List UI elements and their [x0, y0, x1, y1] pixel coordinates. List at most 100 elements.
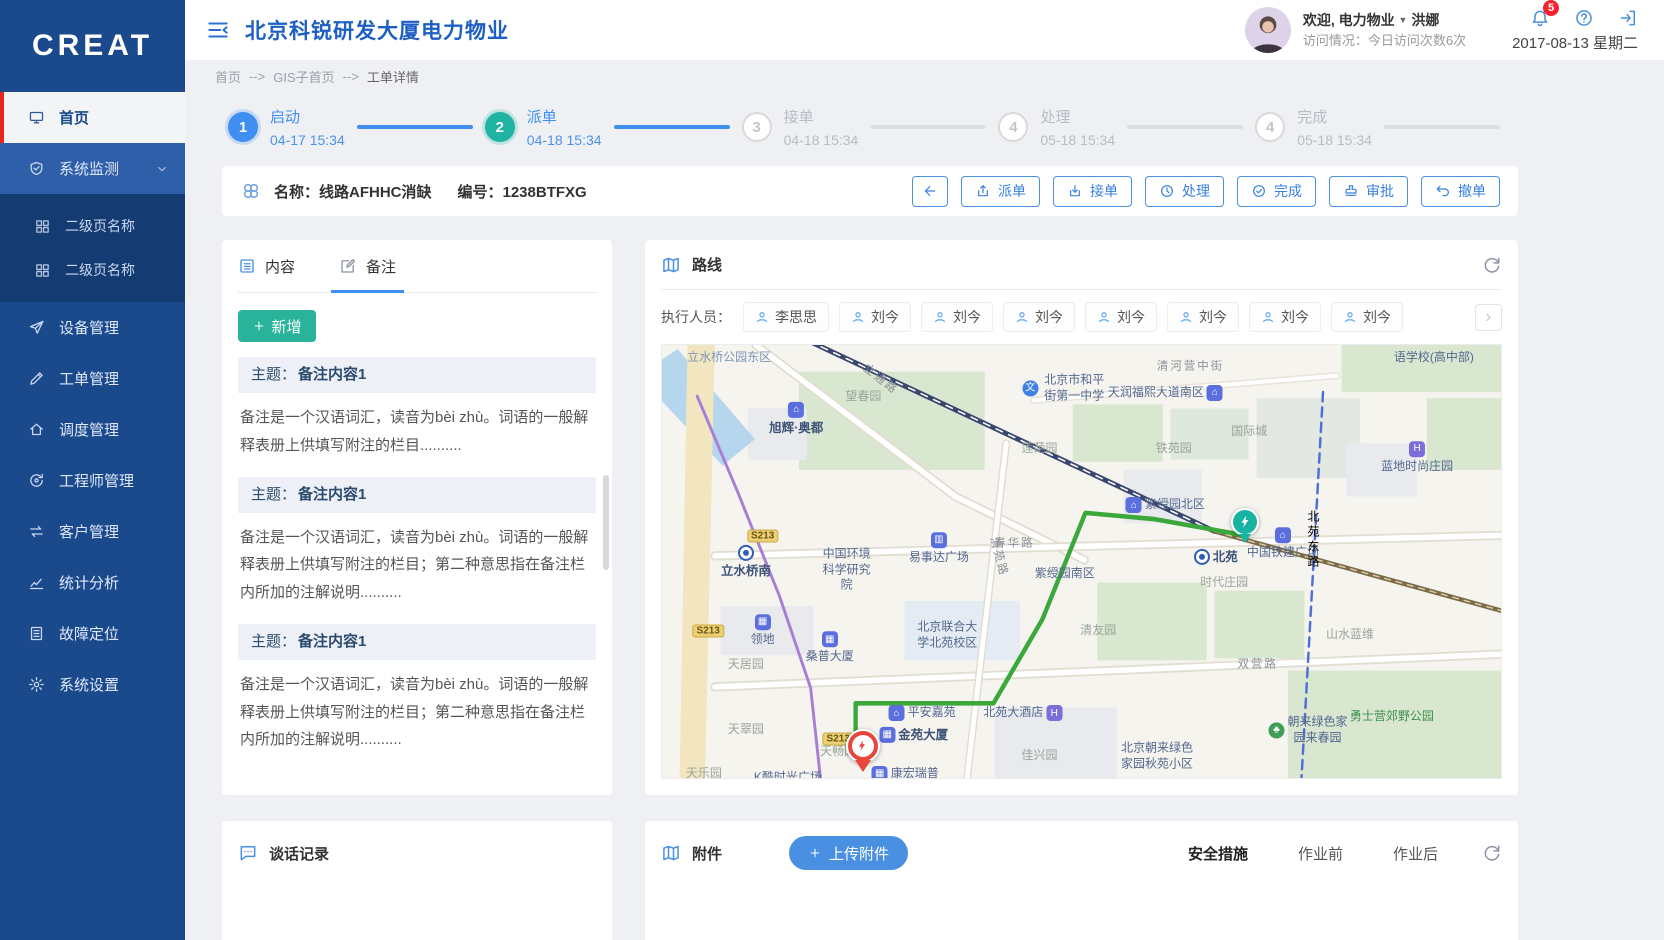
workorder-code: 编号：1238BTFXG: [458, 181, 587, 202]
plus-icon: [252, 319, 266, 333]
sidebar-item-stats-analysis[interactable]: 统计分析: [0, 557, 185, 608]
page-title: 北京科锐研发大厦电力物业: [245, 15, 509, 45]
shop-poi-icon: ▥: [931, 532, 947, 548]
refresh-icon[interactable]: [1482, 843, 1502, 863]
notes-tabs: 内容 备注: [238, 240, 596, 293]
sidebar-item-system-settings[interactable]: 系统设置: [0, 659, 185, 710]
sidebar-item-home[interactable]: 首页: [0, 92, 185, 143]
sidebar-item-subpage-2[interactable]: 二级页名称: [0, 248, 185, 292]
map-label: 佳兴园: [1022, 749, 1058, 765]
route-map[interactable]: 立水桥公园东区立通路望春园文北京市和平街第一中学清河营中街天润福熙大道南区⌂语学…: [661, 344, 1502, 779]
revoke-button[interactable]: 撤单: [1421, 176, 1500, 207]
back-button[interactable]: [912, 176, 948, 207]
sidebar-item-workorder-mgmt[interactable]: 工单管理: [0, 353, 185, 404]
breadcrumb-gis[interactable]: GIS子首页: [273, 67, 334, 86]
sidebar-item-label: 客户管理: [59, 521, 119, 542]
dispatch-button[interactable]: 派单: [961, 176, 1040, 207]
executor-chip[interactable]: 刘今: [1003, 302, 1075, 332]
refresh-icon[interactable]: [1482, 255, 1502, 275]
user-area: 欢迎, 电力物业 ▼ 洪娜 访问情况：今日访问次数6次 5 2017-08-13…: [1245, 7, 1638, 53]
sidebar: CREAT 首页系统监测二级页名称二级页名称设备管理工单管理调度管理工程师管理客…: [0, 0, 185, 940]
map-label: 北苑大酒店H: [983, 705, 1062, 721]
note-body: 备注是一个汉语词汇，读音为bèi zhù。词语的一般解释表册上供填写附注的栏目.…: [238, 393, 596, 462]
executor-chip[interactable]: 刘今: [1249, 302, 1321, 332]
username[interactable]: 洪娜: [1411, 12, 1439, 28]
note-item: 主题：备注内容1备注是一个汉语词汇，读音为bèi zhù。词语的一般解释表册上供…: [238, 477, 596, 609]
map-label: 天翠园: [728, 723, 764, 739]
sidebar-item-engineer-mgmt[interactable]: 工程师管理: [0, 455, 185, 506]
breadcrumb-home[interactable]: 首页: [215, 67, 241, 86]
map-label: ▦桑普大厦: [806, 631, 854, 665]
sidebar-item-dispatch-mgmt[interactable]: 调度管理: [0, 404, 185, 455]
step-date: 04-18 15:34: [784, 132, 859, 148]
approve-button[interactable]: 审批: [1329, 176, 1408, 207]
user-dropdown-caret[interactable]: ▼: [1399, 15, 1408, 25]
breadcrumb-separator: -->: [343, 69, 359, 84]
step-label: 完成: [1297, 106, 1372, 127]
talk-panel: 谈话记录: [222, 821, 612, 940]
welcome-text: 欢迎, 电力物业: [1303, 12, 1395, 28]
sidebar-item-label: 系统监测: [59, 158, 119, 179]
scrollbar-thumb[interactable]: [603, 475, 609, 570]
avatar[interactable]: [1245, 7, 1291, 53]
executor-chip[interactable]: 李思思: [743, 302, 829, 332]
map-label: 语学校(高中部): [1394, 350, 1474, 366]
tab-safety-measures[interactable]: 安全措施: [1188, 843, 1248, 864]
tree-poi-icon: ♣: [1269, 722, 1285, 738]
step-date: 04-17 15:34: [270, 132, 345, 148]
sidebar-submenu: 二级页名称二级页名称: [0, 194, 185, 302]
tab-after-work[interactable]: 作业后: [1393, 843, 1438, 864]
executor-chip[interactable]: 刘今: [921, 302, 993, 332]
logout-icon[interactable]: [1618, 8, 1638, 28]
map-label: H蓝地时尚庄园: [1381, 441, 1453, 475]
route-start-marker[interactable]: [846, 729, 880, 763]
map-label: 山水蓝维: [1326, 627, 1374, 643]
map-label: K酷时光广场: [754, 770, 822, 779]
school-poi-icon: 文: [1022, 380, 1038, 396]
sidebar-item-monitoring[interactable]: 系统监测: [0, 143, 185, 194]
step-number: 4: [998, 112, 1028, 142]
workorder-name: 名称：线路AFHHC消缺: [274, 181, 432, 202]
tab-before-work[interactable]: 作业前: [1298, 843, 1343, 864]
accept-button[interactable]: 接单: [1053, 176, 1132, 207]
step-connector: [357, 125, 473, 129]
home-poi-icon: ⌂: [889, 705, 905, 721]
map-label: 双营路: [1237, 658, 1278, 673]
sidebar-item-fault-location[interactable]: 故障定位: [0, 608, 185, 659]
edit-icon: [339, 257, 357, 275]
add-note-button[interactable]: 新增: [238, 310, 316, 342]
sidebar-item-customer-mgmt[interactable]: 客户管理: [0, 506, 185, 557]
map-label: 北苑: [1194, 549, 1238, 565]
step-connector: [614, 125, 730, 129]
step-label: 处理: [1040, 106, 1115, 127]
executor-chip[interactable]: 刘今: [839, 302, 911, 332]
executor-chip[interactable]: 刘今: [1167, 302, 1239, 332]
note-item: 主题：备注内容1备注是一个汉语词汇，读音为bèi zhù。词语的一般解释表册上供…: [238, 357, 596, 462]
note-subject: 主题：备注内容1: [238, 477, 596, 513]
talk-panel-title: 谈话记录: [269, 843, 329, 864]
map-label: 立水桥南: [721, 544, 771, 578]
clover-icon: [240, 180, 262, 202]
executor-chip[interactable]: 刘今: [1331, 302, 1403, 332]
notifications-bell-icon[interactable]: 5: [1530, 8, 1550, 28]
breadcrumb: 首页 --> GIS子首页 --> 工单详情: [185, 60, 1664, 92]
complete-button[interactable]: 完成: [1237, 176, 1316, 207]
route-end-marker[interactable]: [1231, 508, 1259, 536]
map-label: 北京朝来绿色家园秋苑小区: [1117, 741, 1197, 772]
executors-more-button[interactable]: [1475, 304, 1502, 331]
sidebar-item-subpage-1[interactable]: 二级页名称: [0, 204, 185, 248]
upload-attachment-button[interactable]: 上传附件: [789, 836, 908, 870]
tab-remarks[interactable]: 备注: [339, 240, 396, 292]
workflow-stepper: 1启动04-17 15:342派单04-18 15:343接单04-18 15:…: [222, 92, 1518, 162]
tab-content[interactable]: 内容: [238, 240, 295, 292]
note-body: 备注是一个汉语词汇，读音为bèi zhù。词语的一般解释表册上供填写附注的栏目；…: [238, 660, 596, 756]
attach-panel-title: 附件: [692, 843, 722, 864]
help-icon[interactable]: [1574, 8, 1594, 28]
sidebar-item-device-mgmt[interactable]: 设备管理: [0, 302, 185, 353]
menu-toggle-icon[interactable]: [205, 17, 231, 43]
main-area: 北京科锐研发大厦电力物业 欢迎, 电力物业 ▼ 洪娜 访问情况：今日访问次数6次…: [185, 0, 1664, 940]
sidebar-menu: 首页系统监测二级页名称二级页名称设备管理工单管理调度管理工程师管理客户管理统计分…: [0, 92, 185, 710]
process-button[interactable]: 处理: [1145, 176, 1224, 207]
executor-chip[interactable]: 刘今: [1085, 302, 1157, 332]
bldg-poi-icon: ▦: [755, 614, 771, 630]
